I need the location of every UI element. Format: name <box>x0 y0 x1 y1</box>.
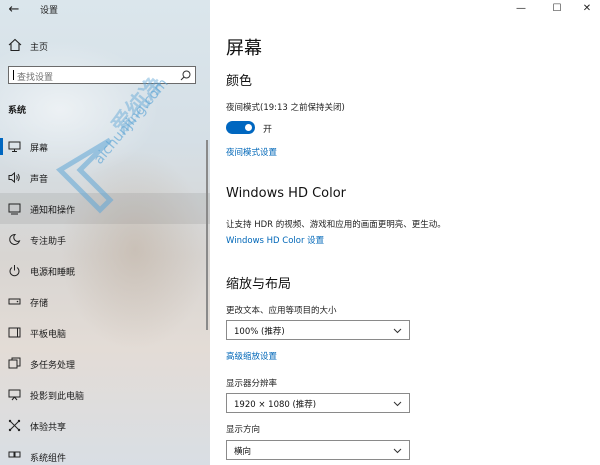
sidebar-item-label: 多任务处理 <box>30 361 76 371</box>
main-content: — ☐ ✕ 屏幕 颜色 夜间模式(19:13 之前保持关闭) 开 夜间模式设置 … <box>210 0 600 465</box>
resolution-value: 1920 × 1080 (推荐) <box>234 400 317 410</box>
sidebar-item-project-to-pc[interactable]: 投影到此电脑 <box>0 379 210 410</box>
power-icon <box>9 265 20 277</box>
sidebar-item-label: 声音 <box>30 175 49 185</box>
share-icon <box>8 419 21 432</box>
components-icon <box>8 451 21 458</box>
hd-color-description: 让支持 HDR 的视频、游戏和应用的画面更明亮、更生动。 <box>226 220 446 230</box>
title-bar: ← 设置 <box>0 0 210 20</box>
page-title: 屏幕 <box>226 38 262 59</box>
search-input[interactable]: 查找设置 <box>8 66 196 84</box>
orientation-value: 横向 <box>234 447 252 457</box>
night-mode-toggle[interactable] <box>226 121 255 134</box>
chevron-down-icon <box>393 401 402 407</box>
hd-color-heading: Windows HD Color <box>226 186 347 201</box>
sidebar-item-notifications[interactable]: 通知和操作 <box>0 193 210 224</box>
storage-icon <box>8 298 21 305</box>
speaker-icon <box>8 171 20 184</box>
window-title: 设置 <box>40 6 59 16</box>
sidebar-item-storage[interactable]: 存储 <box>0 286 210 317</box>
selection-indicator <box>0 138 3 155</box>
sidebar-item-focus-assist[interactable]: 专注助手 <box>0 224 210 255</box>
sidebar-item-label: 系统组件 <box>30 454 67 464</box>
chevron-down-icon <box>393 328 402 334</box>
minimize-button[interactable]: — <box>506 0 536 20</box>
toggle-knob <box>245 124 252 131</box>
scale-layout-heading: 缩放与布局 <box>226 277 292 292</box>
home-label: 主页 <box>30 43 49 53</box>
sidebar: ← 设置 主页 查找设置 系统 屏幕 声音 通知和操作 专注助手 电源和睡眠 存… <box>0 0 210 465</box>
sidebar-item-tablet[interactable]: 平板电脑 <box>0 317 210 348</box>
close-button[interactable]: ✕ <box>572 0 600 20</box>
moon-icon <box>9 233 21 245</box>
home-icon <box>8 38 22 52</box>
advanced-scaling-link[interactable]: 高级缩放设置 <box>226 350 277 362</box>
text-caret <box>13 70 14 80</box>
sidebar-item-label: 平板电脑 <box>30 330 67 340</box>
night-mode-settings-link[interactable]: 夜间模式设置 <box>226 146 277 158</box>
orientation-dropdown[interactable]: 横向 <box>226 440 410 460</box>
sidebar-item-label: 专注助手 <box>30 237 67 247</box>
scale-label: 更改文本、应用等项目的大小 <box>226 306 337 316</box>
sidebar-item-label: 存储 <box>30 299 49 309</box>
hd-color-settings-link[interactable]: Windows HD Color 设置 <box>226 234 324 246</box>
scale-dropdown[interactable]: 100% (推荐) <box>226 320 410 340</box>
back-arrow-icon[interactable]: ← <box>6 2 22 18</box>
display-icon <box>8 141 21 152</box>
resolution-dropdown[interactable]: 1920 × 1080 (推荐) <box>226 393 410 413</box>
search-icon[interactable] <box>180 70 191 81</box>
sidebar-item-system-components[interactable]: 系统组件 <box>0 441 210 465</box>
multitask-icon <box>8 357 21 369</box>
sidebar-item-power-sleep[interactable]: 电源和睡眠 <box>0 255 210 286</box>
toggle-state-label: 开 <box>263 125 273 135</box>
sidebar-item-label: 电源和睡眠 <box>30 268 76 278</box>
sidebar-item-multitasking[interactable]: 多任务处理 <box>0 348 210 379</box>
tablet-icon <box>8 327 21 338</box>
sidebar-item-display[interactable]: 屏幕 <box>0 131 210 162</box>
color-heading: 颜色 <box>226 74 253 89</box>
search-placeholder: 查找设置 <box>17 73 54 83</box>
chevron-down-icon <box>393 448 402 454</box>
orientation-label: 显示方向 <box>226 425 261 435</box>
sidebar-item-sound[interactable]: 声音 <box>0 162 210 193</box>
project-icon <box>8 389 21 401</box>
maximize-button[interactable]: ☐ <box>542 0 572 20</box>
sidebar-item-label: 通知和操作 <box>30 206 76 216</box>
night-mode-label: 夜间模式(19:13 之前保持关闭) <box>226 103 345 113</box>
sidebar-scrollbar[interactable] <box>206 140 208 330</box>
sidebar-item-label: 体验共享 <box>30 423 67 433</box>
sidebar-item-label: 投影到此电脑 <box>30 392 85 402</box>
sidebar-item-label: 屏幕 <box>30 144 49 154</box>
section-label: 系统 <box>8 106 27 116</box>
scale-value: 100% (推荐) <box>234 327 285 337</box>
resolution-label: 显示器分辨率 <box>226 379 278 389</box>
sidebar-item-shared-experiences[interactable]: 体验共享 <box>0 410 210 441</box>
notification-icon <box>8 203 21 215</box>
